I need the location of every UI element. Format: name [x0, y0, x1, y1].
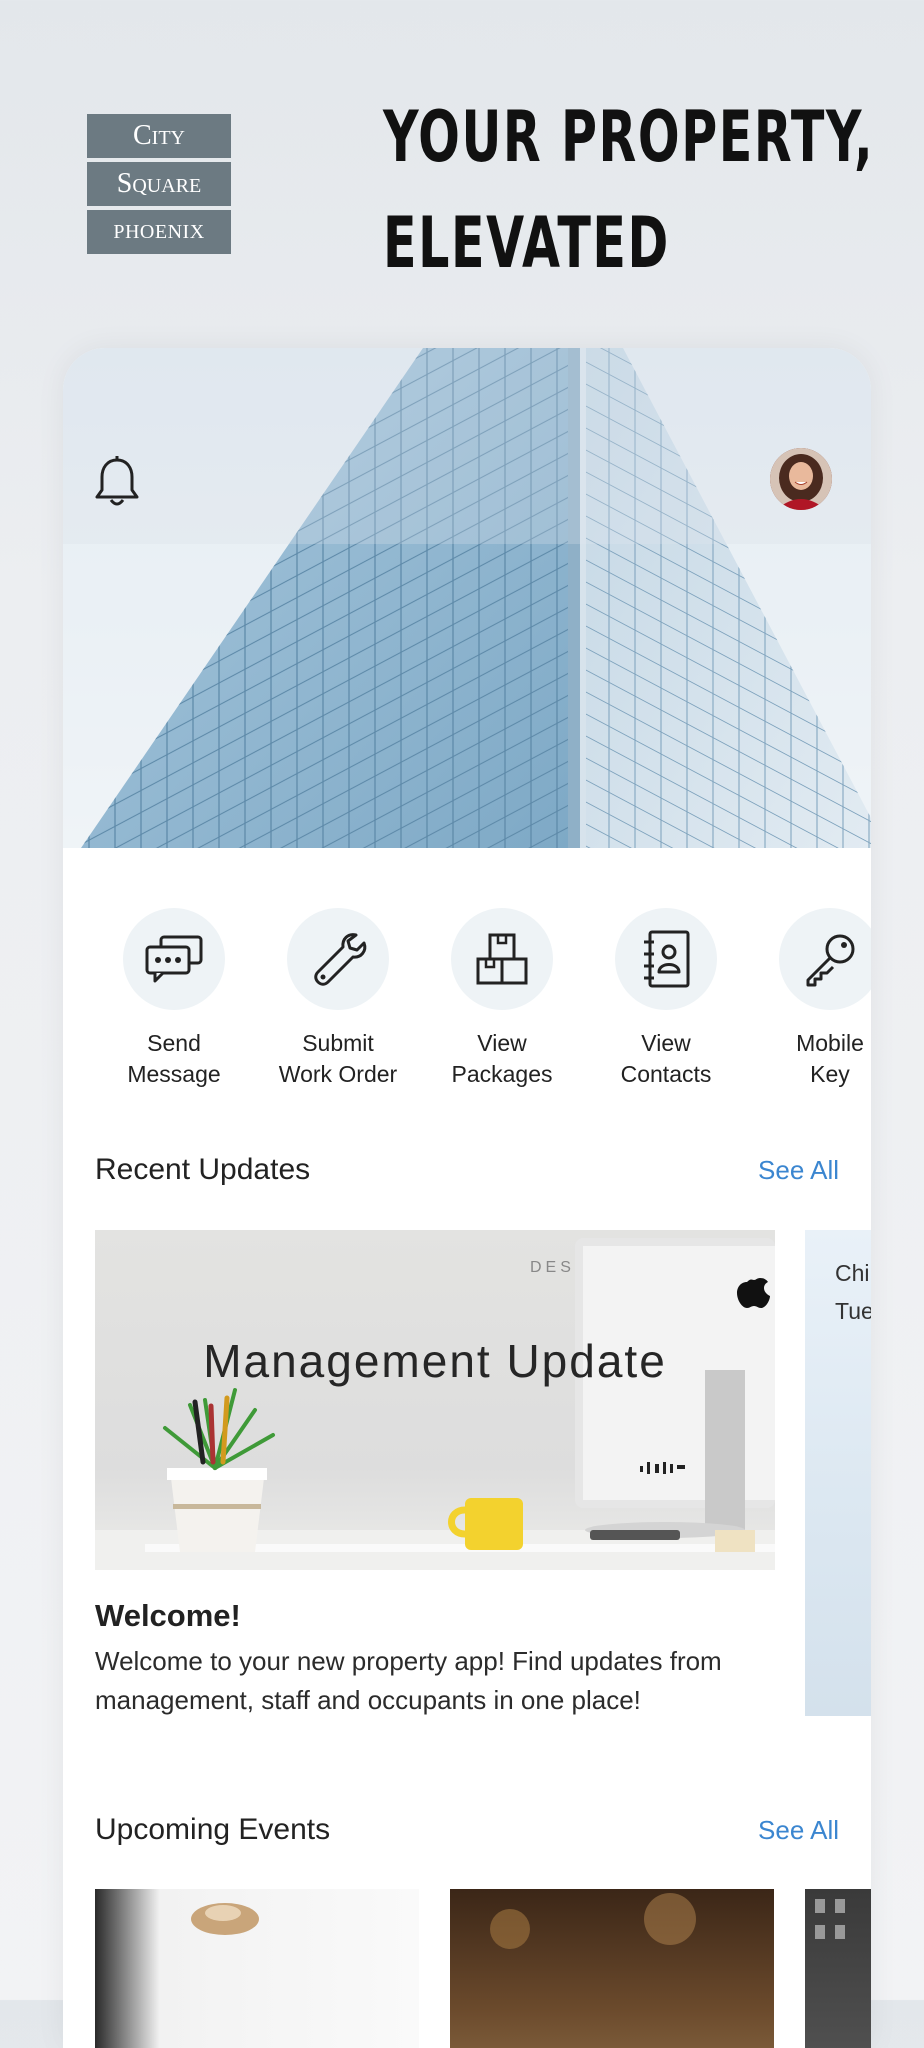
- marketing-headline: YOUR PROPERTY, ELEVATED: [383, 84, 875, 296]
- headline-line-2: ELEVATED: [383, 202, 670, 284]
- upcoming-events-see-all-link[interactable]: See All: [758, 1815, 839, 1846]
- avatar[interactable]: [770, 448, 832, 510]
- logo-line-3: PHOENIX: [87, 210, 231, 254]
- action-label-line-1: Submit: [302, 1030, 374, 1056]
- action-label-line-1: View: [641, 1030, 691, 1056]
- update-body-text: Welcome to your new property app! Find u…: [95, 1646, 722, 1715]
- next-card-line-1: Chi: [835, 1260, 870, 1286]
- recent-updates-see-all-link[interactable]: See All: [758, 1155, 839, 1186]
- action-label-line-2: Message: [127, 1061, 221, 1087]
- headline-line-1: YOUR PROPERTY,: [383, 96, 875, 178]
- event-card-image-2[interactable]: [450, 1889, 774, 2048]
- view-contacts-action[interactable]: View Contacts: [584, 908, 748, 1090]
- wrench-icon: [287, 908, 389, 1010]
- upcoming-events-title: Upcoming Events: [95, 1813, 331, 1846]
- send-message-action[interactable]: Send Message: [92, 908, 256, 1090]
- contacts-book-icon: [615, 908, 717, 1010]
- view-packages-action[interactable]: View Packages: [420, 908, 584, 1090]
- app-screen: Send Message Submit Work Order View Pack…: [63, 348, 871, 2048]
- desk-photo-illustration: DES: [95, 1238, 775, 1570]
- quick-actions-row: Send Message Submit Work Order View Pack…: [63, 908, 871, 1098]
- logo-line-1: City: [87, 114, 231, 158]
- user-avatar-photo: [770, 448, 832, 510]
- recent-updates-header: Recent Updates See All: [95, 1153, 839, 1187]
- management-update-card-image[interactable]: DES Management Update: [95, 1230, 775, 1570]
- action-label-line-2: Contacts: [620, 1061, 712, 1087]
- upcoming-events-header: Upcoming Events See All: [95, 1813, 839, 1847]
- action-label-line-2: Packages: [451, 1061, 553, 1087]
- next-card-line-2: Tue: [835, 1298, 871, 1324]
- packages-icon: [451, 908, 553, 1010]
- city-square-logo: City Square PHOENIX: [87, 114, 231, 258]
- event-card-image-1[interactable]: [95, 1889, 419, 2048]
- card-image-title: Management Update: [203, 1335, 667, 1387]
- mobile-key-action[interactable]: Mobile Key: [748, 908, 871, 1090]
- event-photo-1: [191, 1903, 259, 1935]
- event-photo-3: [815, 1899, 845, 1939]
- logo-line-2: Square: [87, 162, 231, 206]
- event-card-image-3[interactable]: [805, 1889, 871, 2048]
- submit-work-order-action[interactable]: Submit Work Order: [256, 908, 420, 1090]
- action-label-line-2: Key: [810, 1061, 850, 1087]
- svg-text:DES: DES: [530, 1259, 575, 1276]
- action-label-line-1: Send: [147, 1030, 201, 1056]
- glass-building-illustration: [63, 348, 871, 848]
- hero-building-image: [63, 348, 871, 848]
- action-label-line-1: View: [477, 1030, 527, 1056]
- notifications-button[interactable]: [93, 454, 141, 510]
- event-photo-2: [490, 1893, 696, 1949]
- chat-bubbles-icon: [123, 908, 225, 1010]
- recent-updates-title: Recent Updates: [95, 1153, 311, 1186]
- next-update-card[interactable]: Chi Tue: [805, 1230, 871, 1716]
- key-icon: [779, 908, 871, 1010]
- action-label-line-2: Work Order: [278, 1061, 398, 1087]
- action-label-line-1: Mobile: [796, 1030, 864, 1056]
- update-headline: Welcome!: [95, 1598, 241, 1633]
- bell-icon: [95, 456, 139, 506]
